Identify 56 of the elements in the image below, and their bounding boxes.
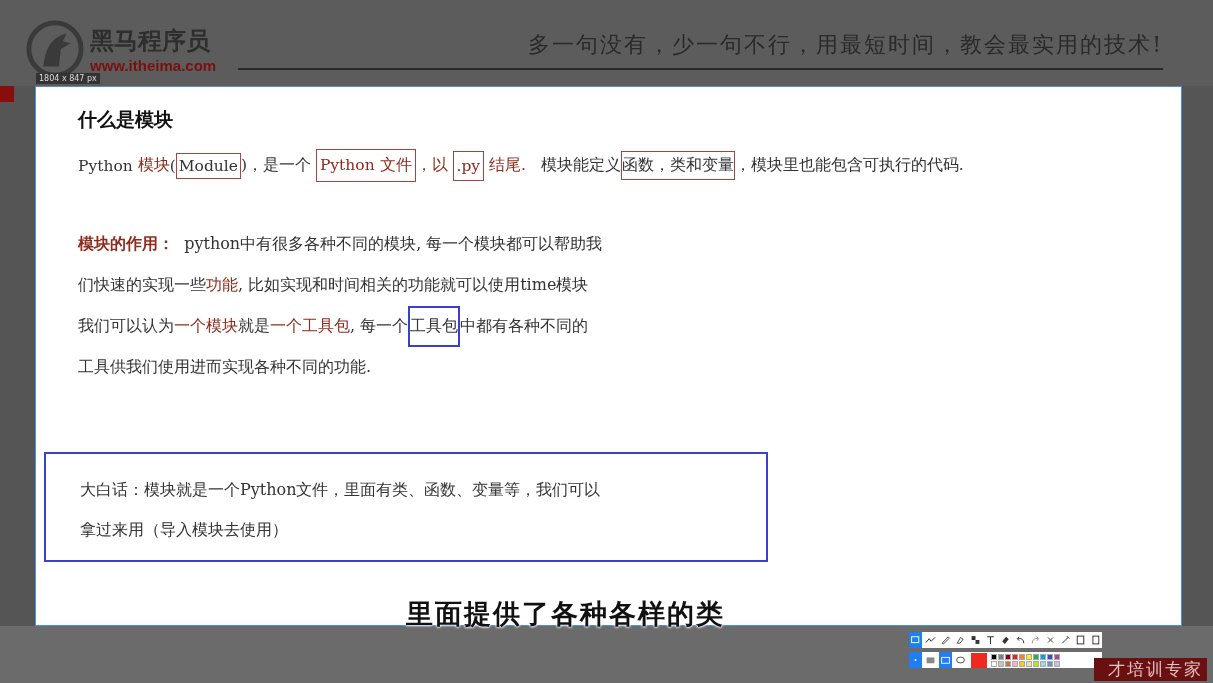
highlighted-text: 结尾.	[488, 155, 526, 176]
color-swatch[interactable]	[998, 653, 1004, 660]
slide-text: ，模块里也能包含可执行的代码.	[734, 155, 964, 176]
accent-strip	[0, 86, 14, 102]
slide-text: 们快速的实现一些	[78, 275, 206, 296]
color-swatch[interactable]	[991, 660, 997, 667]
summary-text: 拿过来用（导入模块去使用）	[80, 519, 289, 541]
color-swatch[interactable]	[1019, 660, 1025, 667]
slide-text: Python	[78, 156, 134, 175]
color-swatch[interactable]	[1040, 653, 1046, 660]
color-swatch[interactable]	[1026, 660, 1032, 667]
logo-url: www.itheima.com	[90, 56, 217, 74]
slide-text: )，是一个	[240, 155, 312, 176]
highlighted-text: 一个工具包	[270, 316, 350, 337]
highlighted-text: 功能	[206, 275, 238, 296]
annotated-text: 函数，类和变量	[620, 151, 735, 180]
color-swatch[interactable]	[998, 660, 1004, 667]
color-swatch[interactable]	[1047, 653, 1053, 660]
annotated-text: .py	[452, 150, 485, 181]
slide-text: , 比如实现和时间相关的功能就可以使用time模块	[238, 275, 589, 296]
video-subtitle: 里面提供了各种各样的类	[406, 597, 725, 631]
summary-text: 大白话：模块就是一个Python文件，里面有类、函数、变量等，我们可以	[80, 479, 602, 501]
slide-text: (	[169, 156, 176, 175]
highlighted-text: 一个模块	[174, 316, 238, 337]
color-swatch[interactable]	[1054, 653, 1060, 660]
rectangle-icon[interactable]	[939, 652, 952, 668]
slide-text: 中都有各种不同的	[460, 316, 589, 337]
slide-text: 就是	[238, 316, 270, 337]
slide-text: , 每一个	[350, 316, 409, 337]
screenshot-icon[interactable]	[909, 632, 922, 648]
slide-text: 我们可以认为	[78, 316, 174, 337]
slide-text: 模块能定义	[539, 155, 621, 176]
color-swatch[interactable]	[1026, 653, 1032, 660]
color-swatch[interactable]	[1005, 660, 1011, 667]
color-swatch[interactable]	[1005, 653, 1011, 660]
size-label: 1804 x 847 px	[36, 73, 100, 84]
highlighted-text: 模块的作用：	[78, 234, 174, 255]
color-swatch[interactable]	[1033, 653, 1039, 660]
color-swatch[interactable]	[1047, 660, 1053, 667]
highlighted-text: ，以	[415, 155, 449, 176]
color-swatch[interactable]	[1019, 653, 1025, 660]
annotated-text: Module	[175, 152, 241, 179]
color-swatch[interactable]	[1012, 653, 1018, 660]
highlighted-text: 模块	[137, 155, 170, 176]
current-color-swatch[interactable]	[971, 652, 987, 668]
color-swatch[interactable]	[1033, 660, 1039, 667]
banner-text: 才培训专家	[1094, 658, 1207, 681]
slide-text: 工具供我们使用进而实现各种不同的功能.	[78, 357, 372, 378]
annotated-text: 工具包	[408, 306, 461, 347]
color-swatch[interactable]	[1012, 660, 1018, 667]
slide-text: python中有很多各种不同的模块, 每一个模块都可以帮助我	[183, 234, 603, 255]
annotated-text: Python 文件	[315, 149, 416, 182]
color-swatch[interactable]	[1054, 660, 1060, 667]
slide-title: 什么是模块	[78, 107, 174, 132]
color-swatch[interactable]	[1040, 660, 1046, 667]
color-swatch[interactable]	[991, 653, 997, 660]
